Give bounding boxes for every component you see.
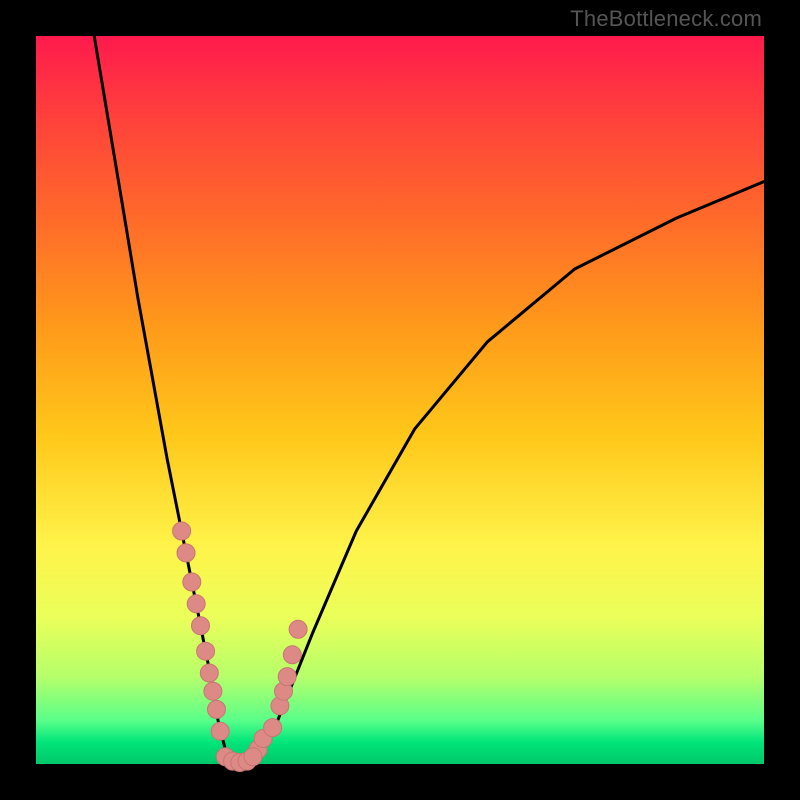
data-marker — [211, 722, 229, 740]
marker-cluster-right — [249, 620, 307, 758]
plot-area — [36, 36, 764, 764]
bottleneck-curve — [94, 36, 764, 764]
data-marker — [289, 620, 307, 638]
data-marker — [283, 646, 301, 664]
data-marker — [264, 719, 282, 737]
marker-cluster-bottom — [216, 748, 262, 772]
data-marker — [197, 642, 215, 660]
data-marker — [177, 544, 195, 562]
watermark-text: TheBottleneck.com — [570, 6, 762, 32]
chart-svg — [36, 36, 764, 764]
data-marker — [173, 522, 191, 540]
data-marker — [192, 617, 210, 635]
data-marker — [204, 682, 222, 700]
data-marker — [244, 748, 262, 766]
data-marker — [208, 700, 226, 718]
data-marker — [187, 595, 205, 613]
data-marker — [183, 573, 201, 591]
data-marker — [278, 668, 296, 686]
data-marker — [200, 664, 218, 682]
chart-frame: TheBottleneck.com — [0, 0, 800, 800]
marker-cluster-left — [173, 522, 230, 740]
